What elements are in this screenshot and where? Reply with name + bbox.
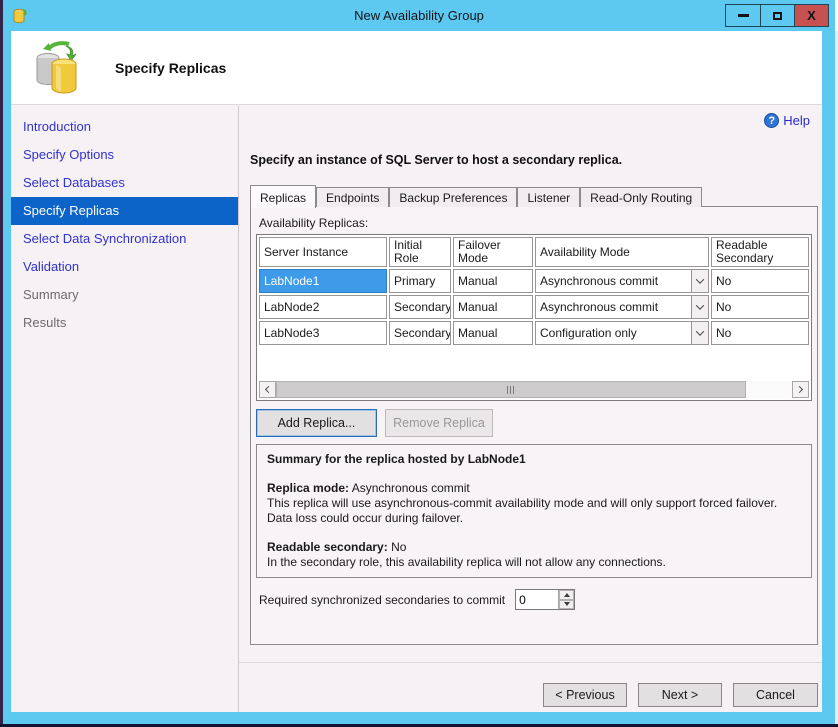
cell-server-instance[interactable]: LabNode2 [259,295,387,319]
scrollbar-thumb[interactable] [276,381,746,398]
sidebar-item-results: Results [11,309,238,337]
tab-read-only-routing[interactable]: Read-Only Routing [580,187,702,207]
col-server-instance[interactable]: Server Instance [259,237,387,267]
cell-readable-secondary[interactable]: No [711,295,809,319]
add-replica-button[interactable]: Add Replica... [256,409,377,437]
quorum-row: Required synchronized secondaries to com… [259,589,575,610]
window-controls: X [725,4,829,27]
help-label: Help [783,113,810,128]
cell-server-instance[interactable]: LabNode1 [259,269,387,293]
table-row: LabNode3 Secondary Manual Configuration … [259,321,809,345]
replica-mode-description: This replica will use asynchronous-commi… [267,496,801,526]
readable-secondary-value: No [391,540,406,554]
remove-replica-button: Remove Replica [385,409,493,437]
cancel-button[interactable]: Cancel [733,683,818,707]
cell-readable-secondary[interactable]: No [711,321,809,345]
titlebar[interactable]: New Availability Group X [3,0,835,31]
spin-down-icon[interactable] [559,600,574,610]
col-readable-secondary[interactable]: Readable Secondary [711,237,809,267]
availability-mode-dropdown[interactable]: Asynchronous commit [536,270,708,292]
sidebar-item-select-databases[interactable]: Select Databases [11,169,238,197]
replica-mode-value: Asynchronous commit [352,481,470,495]
tab-strip: Replicas Endpoints Backup Preferences Li… [250,185,702,207]
quorum-input[interactable] [516,590,558,609]
summary-readable-secondary: Readable secondary: No In the secondary … [267,540,801,570]
cell-initial-role[interactable]: Secondary [389,321,451,345]
availability-mode-dropdown[interactable]: Configuration only [536,322,708,344]
grid-header-row: Server Instance Initial Role Failover Mo… [259,237,809,267]
horizontal-scrollbar [259,381,809,398]
readable-secondary-description: In the secondary role, this availability… [267,555,801,570]
minimize-icon[interactable] [726,5,760,26]
cell-availability-mode: Configuration only [535,321,709,345]
availability-replicas-label: Availability Replicas: [259,216,368,230]
sidebar-item-validation[interactable]: Validation [11,253,238,281]
tab-endpoints[interactable]: Endpoints [316,187,389,207]
quorum-spinner [515,589,575,610]
cell-availability-mode: Asynchronous commit [535,269,709,293]
sidebar-item-specify-replicas[interactable]: Specify Replicas [11,197,238,225]
dropdown-chevron-icon[interactable] [691,296,708,318]
next-button[interactable]: Next > [638,683,722,707]
replicas-icon [33,40,83,96]
cell-initial-role[interactable]: Primary [389,269,451,293]
tab-backup-preferences[interactable]: Backup Preferences [389,187,517,207]
maximize-icon[interactable] [760,5,794,26]
wizard-window: New Availability Group X Specify Replica… [3,0,835,724]
table-row: LabNode2 Secondary Manual Asynchronous c… [259,295,809,319]
replica-mode-label: Replica mode: [267,481,349,495]
footer-divider [239,662,822,663]
wizard-content: Specify Replicas Introduction Specify Op… [11,31,822,712]
scrollbar-track[interactable] [276,381,792,398]
cell-failover-mode[interactable]: Manual [453,295,533,319]
replica-summary-box: Summary for the replica hosted by LabNod… [256,444,812,578]
table-row: LabNode1 Primary Manual Asynchronous com… [259,269,809,293]
wizard-navigation: < Previous Next > Cancel [543,683,818,707]
col-availability-mode[interactable]: Availability Mode [535,237,709,267]
availability-mode-dropdown[interactable]: Asynchronous commit [536,296,708,318]
help-link[interactable]: ? Help [764,113,810,128]
help-icon: ? [764,113,779,128]
summary-replica-mode: Replica mode: Asynchronous commit This r… [267,481,801,526]
cell-failover-mode[interactable]: Manual [453,321,533,345]
dropdown-chevron-icon[interactable] [691,322,708,344]
wizard-steps-sidebar: Introduction Specify Options Select Data… [11,106,239,712]
quorum-label: Required synchronized secondaries to com… [259,593,505,607]
dropdown-chevron-icon[interactable] [691,270,708,292]
page-title: Specify Replicas [115,60,226,76]
availability-replicas-grid: Server Instance Initial Role Failover Mo… [256,234,812,401]
previous-button[interactable]: < Previous [543,683,627,707]
cell-failover-mode[interactable]: Manual [453,269,533,293]
tab-replicas[interactable]: Replicas [250,185,316,208]
readable-secondary-label: Readable secondary: [267,540,388,554]
instruction-text: Specify an instance of SQL Server to hos… [250,153,622,167]
cell-availability-mode: Asynchronous commit [535,295,709,319]
cell-server-instance[interactable]: LabNode3 [259,321,387,345]
grid-empty-area [259,347,809,381]
replicas-tab-panel: Availability Replicas: Server Instance I… [250,206,818,645]
sidebar-item-introduction[interactable]: Introduction [11,113,238,141]
tab-listener[interactable]: Listener [517,187,580,207]
cell-readable-secondary[interactable]: No [711,269,809,293]
col-initial-role[interactable]: Initial Role [389,237,451,267]
page-header: Specify Replicas [11,31,822,105]
scroll-left-icon[interactable] [259,381,276,398]
spin-up-icon[interactable] [559,590,574,600]
window-title: New Availability Group [3,8,835,23]
close-icon[interactable]: X [794,5,828,26]
sidebar-item-select-data-synchronization[interactable]: Select Data Synchronization [11,225,238,253]
main-panel: ? Help Specify an instance of SQL Server… [239,106,822,712]
scroll-right-icon[interactable] [792,381,809,398]
sidebar-item-summary: Summary [11,281,238,309]
sidebar-item-specify-options[interactable]: Specify Options [11,141,238,169]
summary-heading: Summary for the replica hosted by LabNod… [267,452,801,467]
cell-initial-role[interactable]: Secondary [389,295,451,319]
col-failover-mode[interactable]: Failover Mode [453,237,533,267]
